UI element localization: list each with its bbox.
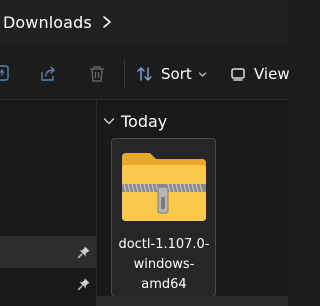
delete-icon[interactable] <box>87 64 107 84</box>
command-bar: Sort View <box>0 46 290 100</box>
pin-icon[interactable] <box>77 277 91 291</box>
file-explorer-window: Downloads Sort View Today doctl-1.107.0-… <box>0 0 290 306</box>
pin-icon[interactable] <box>77 245 91 259</box>
zip-folder-icon <box>122 153 206 221</box>
breadcrumb-downloads[interactable]: Downloads <box>3 13 92 32</box>
sort-icon <box>137 67 152 81</box>
file-name: doctl-1.107.0-windows-amd64 <box>118 237 210 292</box>
chevron-down-icon <box>103 118 115 125</box>
view-icon <box>231 68 245 81</box>
share-icon[interactable] <box>39 64 59 84</box>
address-bar[interactable]: Downloads <box>0 0 288 46</box>
nav-item-pinned[interactable] <box>0 236 96 268</box>
file-item[interactable]: doctl-1.107.0-windows-amd64 <box>111 138 216 297</box>
sort-button[interactable]: Sort <box>136 60 212 88</box>
breadcrumb-chevron-icon[interactable] <box>100 12 114 32</box>
view-label: View <box>254 65 290 83</box>
group-header-today[interactable]: Today <box>103 110 167 132</box>
group-header-label: Today <box>121 111 168 131</box>
copy-icon[interactable] <box>0 64 14 84</box>
nav-item-pinned[interactable] <box>0 268 96 300</box>
chevron-down-icon <box>198 71 206 77</box>
view-button[interactable]: View <box>230 60 290 88</box>
navigation-pane[interactable] <box>0 100 96 306</box>
file-list[interactable]: Today doctl-1.107.0-windows-amd64 <box>97 100 288 306</box>
sort-label: Sort <box>161 65 192 83</box>
toolbar-separator <box>124 59 125 89</box>
horizontal-scrollbar[interactable] <box>97 296 288 306</box>
